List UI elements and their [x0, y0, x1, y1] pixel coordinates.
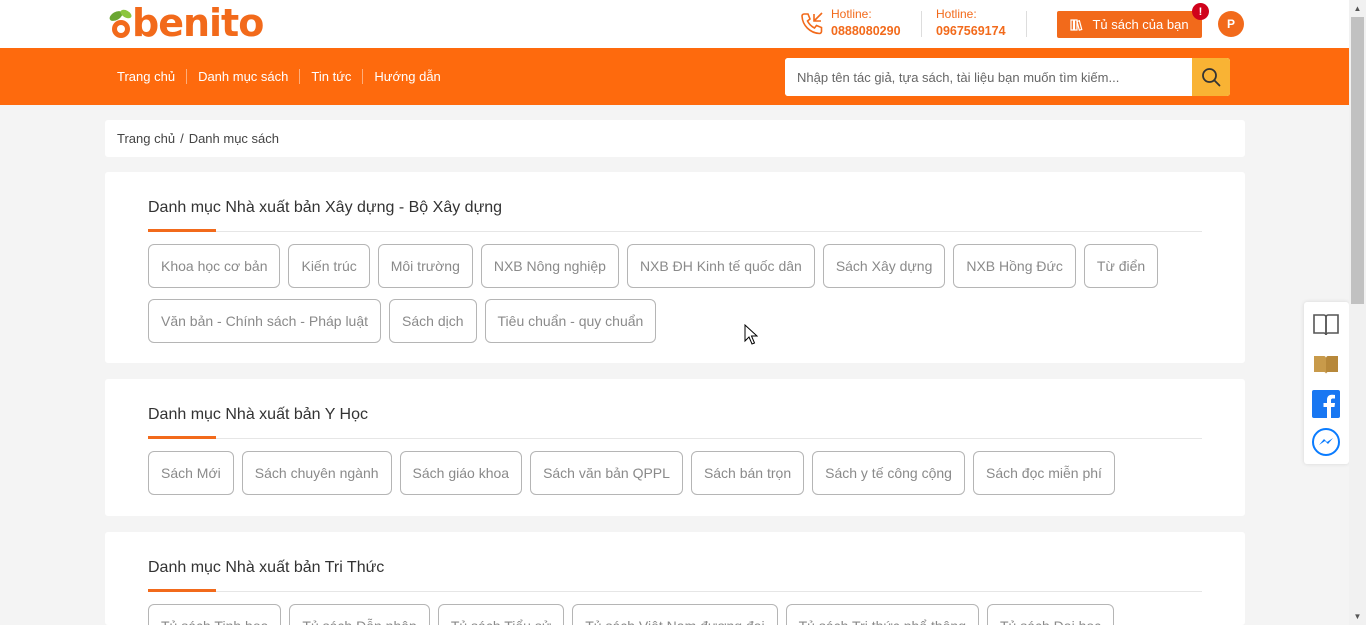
- category-tag[interactable]: Từ điển: [1083, 244, 1159, 288]
- section-title: Danh mục Nhà xuất bản Tri Thức: [148, 559, 385, 576]
- category-tag[interactable]: Văn bản - Chính sách - Pháp luật: [148, 299, 382, 343]
- section-title-underline: [148, 436, 216, 439]
- category-tag[interactable]: Khoa học cơ bản: [148, 244, 281, 288]
- tag-list: Khoa học cơ bản Kiến trúc Môi trường NXB…: [148, 244, 1208, 343]
- category-tag[interactable]: Tủ sách Đại học: [986, 604, 1115, 625]
- scroll-thumb[interactable]: [1351, 17, 1364, 304]
- category-tag[interactable]: Sách giáo khoa: [399, 451, 523, 495]
- messenger-icon[interactable]: [1312, 428, 1340, 456]
- logo-leaf-icon: [109, 9, 132, 38]
- section-divider: [148, 591, 1202, 592]
- breadcrumb-separator: /: [180, 131, 184, 146]
- hotline-1[interactable]: Hotline: 0888080290: [799, 7, 901, 38]
- category-section: Danh mục Nhà xuất bản Tri Thức Tủ sách T…: [105, 532, 1245, 625]
- nav-item-news[interactable]: Tin tức: [300, 69, 364, 84]
- section-title: Danh mục Nhà xuất bản Y Học: [148, 406, 368, 423]
- category-tag[interactable]: NXB Nông nghiệp: [480, 244, 619, 288]
- category-tag[interactable]: Tủ sách Tri thức phổ thông: [785, 604, 979, 625]
- section-title-underline: [148, 229, 216, 232]
- category-tag[interactable]: Tủ sách Tiểu sử: [437, 604, 565, 625]
- divider: [921, 11, 922, 37]
- section-title-underline: [148, 589, 216, 592]
- logo-text: benito: [132, 1, 264, 45]
- breadcrumb-home[interactable]: Trang chủ: [117, 131, 175, 146]
- category-tag[interactable]: Tủ sách Dẫn nhập: [289, 604, 430, 625]
- category-section: Danh mục Nhà xuất bản Y Học Sách Mới Sác…: [105, 379, 1245, 516]
- top-header: benito Hotline: 0888080290 Hotline: 0967…: [0, 0, 1349, 48]
- logo[interactable]: benito: [106, 1, 264, 45]
- nav-item-home[interactable]: Trang chủ: [106, 69, 188, 84]
- divider: [1026, 11, 1027, 37]
- tag-list: Tủ sách Tinh hoa Tủ sách Dẫn nhập Tủ sác…: [148, 604, 1208, 625]
- phone-incoming-icon: [801, 12, 823, 35]
- hotline-2-label: Hotline:: [936, 7, 977, 21]
- category-tag[interactable]: Sách Mới: [148, 451, 234, 495]
- search-input[interactable]: [785, 58, 1192, 96]
- page-scrollbar[interactable]: ▲ ▼: [1349, 0, 1366, 625]
- user-avatar[interactable]: P: [1218, 11, 1244, 37]
- bookshelf-icon: [1070, 19, 1083, 31]
- category-tag[interactable]: Sách y tế công cộng: [812, 451, 965, 495]
- hotline-1-number[interactable]: 0888080290: [831, 24, 901, 38]
- closed-book-icon[interactable]: [1312, 350, 1340, 378]
- section-divider: [148, 438, 1202, 439]
- category-tag[interactable]: NXB ĐH Kinh tế quốc dân: [626, 244, 815, 288]
- category-tag[interactable]: Sách Xây dựng: [822, 244, 946, 288]
- category-tag[interactable]: Sách chuyên ngành: [241, 451, 392, 495]
- hotline-1-label: Hotline:: [831, 7, 872, 21]
- facebook-icon[interactable]: [1312, 390, 1340, 418]
- tag-list: Sách Mới Sách chuyên ngành Sách giáo kho…: [148, 451, 1208, 495]
- breadcrumb-current: Danh mục sách: [188, 131, 280, 146]
- section-title: Danh mục Nhà xuất bản Xây dựng - Bộ Xây …: [148, 199, 503, 216]
- main-nav: Trang chủ Danh mục sách Tin tức Hướng dẫ…: [106, 48, 452, 105]
- search-button[interactable]: [1192, 58, 1230, 96]
- category-tag[interactable]: Sách văn bản QPPL: [530, 451, 683, 495]
- category-tag[interactable]: Tủ sách Việt Nam đương đại: [572, 604, 778, 625]
- search-icon: [1202, 68, 1221, 87]
- scroll-down-arrow-icon[interactable]: ▼: [1349, 608, 1366, 625]
- category-tag[interactable]: NXB Hồng Đức: [953, 244, 1076, 288]
- notification-badge[interactable]: !: [1192, 3, 1209, 20]
- category-tag[interactable]: Sách đọc miễn phí: [972, 451, 1115, 495]
- category-section: Danh mục Nhà xuất bản Xây dựng - Bộ Xây …: [105, 172, 1245, 363]
- floating-toolbar: [1304, 302, 1349, 464]
- hotline-2[interactable]: Hotline: 0967569174: [936, 7, 1006, 38]
- bookshelf-button[interactable]: Tủ sách của bạn: [1057, 11, 1202, 38]
- category-tag[interactable]: Sách dịch: [389, 299, 477, 343]
- bookshelf-button-label: Tủ sách của bạn: [1092, 17, 1189, 32]
- open-book-icon[interactable]: [1312, 310, 1340, 338]
- breadcrumb: Trang chủ / Danh mục sách: [105, 120, 1245, 157]
- category-tag[interactable]: Tiêu chuẩn - quy chuẩn: [484, 299, 657, 343]
- hotline-2-number[interactable]: 0967569174: [936, 24, 1006, 38]
- category-tag[interactable]: Sách bán trọn: [690, 451, 805, 495]
- mouse-cursor-icon: [744, 324, 758, 345]
- section-divider: [148, 231, 1202, 232]
- nav-item-guide[interactable]: Hướng dẫn: [363, 69, 451, 84]
- category-tag[interactable]: Kiến trúc: [288, 244, 370, 288]
- category-tag[interactable]: Tủ sách Tinh hoa: [148, 604, 282, 625]
- category-tag[interactable]: Môi trường: [377, 244, 473, 288]
- search-box: [785, 58, 1230, 96]
- nav-item-book-catalog[interactable]: Danh mục sách: [187, 69, 301, 84]
- scroll-up-arrow-icon[interactable]: ▲: [1349, 0, 1366, 17]
- main-navbar: Trang chủ Danh mục sách Tin tức Hướng dẫ…: [0, 48, 1349, 105]
